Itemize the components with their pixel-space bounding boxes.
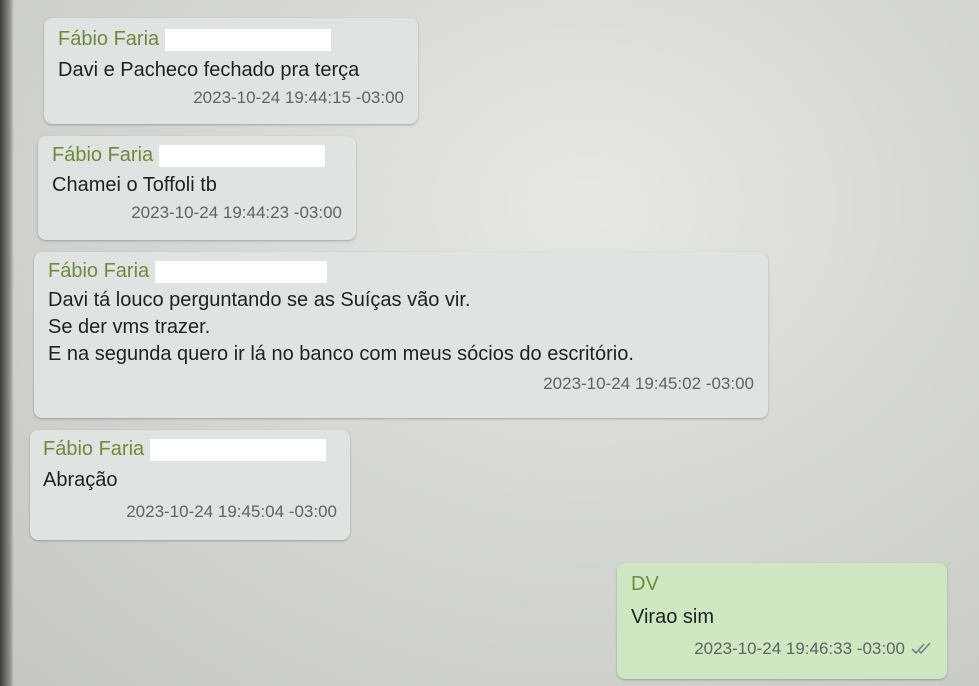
screen-edge bbox=[0, 0, 14, 686]
sender-label: Fábio Faria bbox=[52, 144, 154, 166]
redaction-box bbox=[159, 144, 326, 167]
redaction-box bbox=[155, 260, 328, 283]
message-bubble[interactable]: Fábio Faria Davi tá louco perguntando se… bbox=[34, 252, 768, 418]
message-footer: 2023-10-24 19:46:33 -03:00 bbox=[631, 639, 933, 660]
message-line: Davi e Pacheco fechado pra terça bbox=[58, 59, 360, 81]
sender-name: Fábio Faria bbox=[58, 28, 404, 51]
message-timestamp: 2023-10-24 19:45:04 -03:00 bbox=[126, 502, 337, 521]
message-text: Chamei o Toffoli tb bbox=[52, 172, 342, 199]
sender-name: Fábio Faria bbox=[48, 260, 754, 283]
sender-label: Fábio Faria bbox=[43, 438, 145, 460]
message-line: Davi tá louco perguntando se as Suíças v… bbox=[48, 289, 471, 311]
message-text: Davi tá louco perguntando se as Suíças v… bbox=[48, 287, 754, 368]
message-timestamp: 2023-10-24 19:46:33 -03:00 bbox=[694, 639, 905, 658]
sender-label: DV bbox=[631, 573, 659, 595]
message-timestamp: 2023-10-24 19:44:23 -03:00 bbox=[131, 203, 342, 222]
message-line: E na segunda quero ir lá no banco com me… bbox=[48, 343, 634, 365]
message-line: Virao sim bbox=[631, 606, 714, 628]
message-bubble[interactable]: Fábio Faria Abração 2023-10-24 19:45:04 … bbox=[30, 430, 350, 540]
message-line: Chamei o Toffoli tb bbox=[52, 174, 217, 196]
sender-name: Fábio Faria bbox=[52, 144, 342, 167]
message-text: Davi e Pacheco fechado pra terça bbox=[58, 57, 404, 84]
sender-name: DV bbox=[631, 573, 933, 596]
message-bubble[interactable]: Fábio Faria Chamei o Toffoli tb 2023-10-… bbox=[38, 136, 356, 240]
message-bubble-outgoing[interactable]: DV Virao sim 2023-10-24 19:46:33 -03:00 bbox=[617, 563, 947, 679]
redaction-box bbox=[165, 28, 332, 51]
sender-name: Fábio Faria bbox=[43, 438, 337, 461]
message-line: Se der vms trazer. bbox=[48, 316, 211, 338]
message-timestamp: 2023-10-24 19:45:02 -03:00 bbox=[543, 374, 754, 393]
double-check-icon bbox=[911, 640, 933, 660]
message-line: Abração bbox=[43, 469, 118, 491]
message-text: Abração bbox=[43, 467, 337, 494]
sender-label: Fábio Faria bbox=[48, 260, 150, 282]
message-timestamp: 2023-10-24 19:44:15 -03:00 bbox=[193, 88, 404, 107]
message-text: Virao sim bbox=[631, 604, 933, 631]
redaction-box bbox=[150, 438, 327, 461]
message-bubble[interactable]: Fábio Faria Davi e Pacheco fechado pra t… bbox=[44, 18, 418, 124]
sender-label: Fábio Faria bbox=[58, 28, 160, 50]
